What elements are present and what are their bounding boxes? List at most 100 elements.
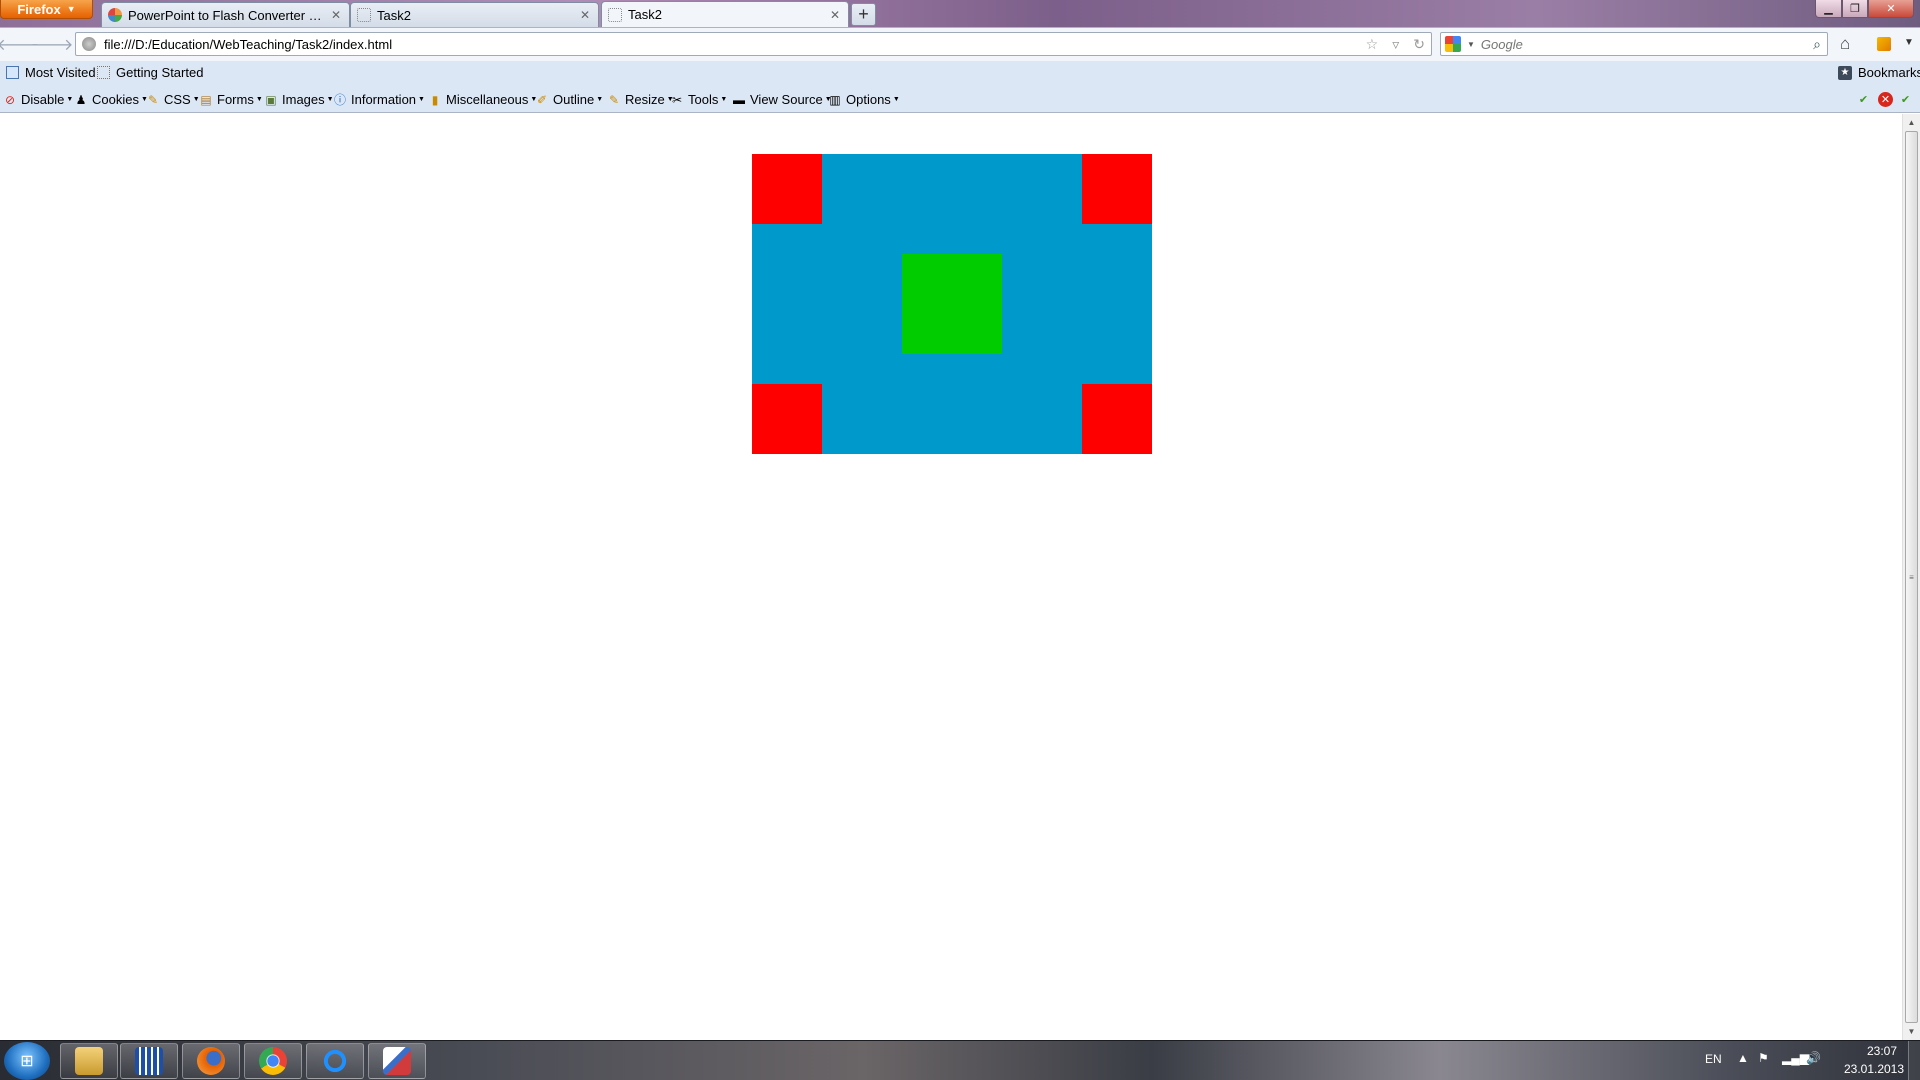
url-bar[interactable]: file:///D:/Education/WebTeaching/Task2/i… <box>75 32 1432 56</box>
close-icon[interactable]: ✕ <box>830 8 840 22</box>
vertical-scrollbar[interactable]: ▲ ≡ ▼ <box>1902 114 1920 1040</box>
red-corner-top-left <box>752 154 822 224</box>
tab-task2-active[interactable]: Task2 ✕ <box>601 1 849 27</box>
chevron-down-icon[interactable]: ▼ <box>1467 40 1475 49</box>
star-icon[interactable]: ☆ <box>1366 36 1379 53</box>
back-button[interactable]: 🡐 <box>0 34 39 54</box>
miscellaneous-icon: ▮ <box>431 92 439 107</box>
webdev-menu-label: Tools <box>688 92 719 107</box>
show-hidden-icons-icon[interactable]: ▲ <box>1737 1051 1749 1065</box>
search-icon[interactable]: ⌕ <box>1813 36 1821 53</box>
site-identity-icon[interactable] <box>82 37 96 51</box>
scroll-down-arrow-icon[interactable]: ▼ <box>1903 1023 1920 1040</box>
webdev-menu-label: Images <box>282 92 325 107</box>
bookmark-label: Getting Started <box>116 65 204 80</box>
navigation-bar: 🡐 🡒 file:///D:/Education/WebTeaching/Tas… <box>0 27 1920 61</box>
forward-button[interactable]: 🡒 <box>31 34 74 54</box>
taskbar-media-center[interactable] <box>120 1043 178 1079</box>
information-icon: ⓘ <box>333 93 346 107</box>
url-text[interactable]: file:///D:/Education/WebTeaching/Task2/i… <box>104 37 1358 52</box>
search-bar[interactable]: ▼ Google ⌕ <box>1440 32 1828 56</box>
explorer-icon <box>75 1047 103 1075</box>
title-bar: Firefox ▼ PowerPoint to Flash Converter … <box>0 0 1920 27</box>
volume-icon[interactable]: 🔊 <box>1806 1051 1821 1065</box>
clock-date[interactable]: 23.01.2013 <box>1836 1062 1912 1076</box>
webdev-menu-label: Outline <box>553 92 595 107</box>
chevron-down-icon[interactable]: ▼ <box>1904 37 1914 48</box>
chevron-down-icon: ▼ <box>255 96 263 103</box>
windows-logo-icon: ⊞ <box>20 1053 34 1070</box>
firefox-icon <box>197 1047 225 1075</box>
start-button[interactable]: ⊞ <box>4 1042 50 1080</box>
webdev-menu-label: Disable <box>21 92 65 107</box>
new-tab-button[interactable]: + <box>851 3 876 26</box>
disable-icon: ⊘ <box>4 92 16 107</box>
webdev-forms-menu[interactable]: ▤ Forms ▼ <box>199 92 263 107</box>
red-corner-bottom-left <box>752 384 822 454</box>
firefox-menu-button[interactable]: Firefox ▼ <box>0 0 93 19</box>
reload-icon[interactable]: ↻ <box>1413 36 1425 53</box>
bookmarks-menu-button[interactable]: ★ Bookmarks <box>1838 65 1920 80</box>
close-window-button[interactable]: ✕ <box>1868 0 1914 18</box>
restore-button[interactable]: ❐ <box>1842 0 1868 18</box>
css-icon: ✎ <box>147 92 159 107</box>
home-icon[interactable]: ⌂ <box>1840 34 1850 54</box>
webdev-disable-menu[interactable]: ⊘ Disable ▼ <box>3 92 73 107</box>
action-center-flag-icon[interactable]: ⚑ <box>1758 1051 1769 1065</box>
taskbar-internet-explorer[interactable] <box>306 1043 364 1079</box>
tab-label: Task2 <box>628 7 662 22</box>
chevron-down-icon: ▼ <box>892 96 900 103</box>
google-icon[interactable] <box>1445 36 1461 52</box>
webdev-cookies-menu[interactable]: ♟ Cookies ▼ <box>74 92 148 107</box>
close-icon[interactable]: ✕ <box>331 8 341 22</box>
webdev-outline-menu[interactable]: ✐ Outline ▼ <box>535 92 603 107</box>
webdev-miscellaneous-menu[interactable]: ▮ Miscellaneous ▼ <box>428 92 538 107</box>
restore-icon: ❐ <box>1850 3 1860 15</box>
bookmark-folder-icon <box>6 66 19 79</box>
tab-powerpoint[interactable]: PowerPoint to Flash Converter | Rapi... … <box>101 2 350 27</box>
chrome-icon <box>259 1047 287 1075</box>
close-icon[interactable]: ✕ <box>580 8 590 22</box>
webdev-resize-menu[interactable]: ✎ Resize ▼ <box>607 92 674 107</box>
grip-icon: ≡ <box>1909 572 1914 582</box>
javascript-error-icon[interactable]: ✕ <box>1878 92 1893 107</box>
taskbar-chrome[interactable] <box>244 1043 302 1079</box>
webdev-menu-label: CSS <box>164 92 191 107</box>
taskbar-paint[interactable] <box>368 1043 426 1079</box>
history-dropdown-icon[interactable]: ▿ <box>1392 36 1399 53</box>
scrollbar-thumb[interactable]: ≡ <box>1905 131 1918 1023</box>
standards-mode-check-icon[interactable]: ✔ <box>1898 92 1913 107</box>
taskbar-explorer[interactable] <box>60 1043 118 1079</box>
webdev-options-menu[interactable]: ▥ Options ▼ <box>828 92 900 107</box>
search-input[interactable]: Google <box>1481 37 1807 52</box>
web-developer-toolbar: ⊘ Disable ▼ ♟ Cookies ▼ ✎ CSS ▼ ▤ Forms … <box>0 86 1920 113</box>
language-indicator[interactable]: EN <box>1705 1052 1722 1066</box>
chevron-down-icon: ▼ <box>596 96 604 103</box>
bookmark-most-visited[interactable]: Most Visited <box>6 65 96 80</box>
tab-task2[interactable]: Task2 ✕ <box>350 2 599 27</box>
css-valid-check-icon[interactable]: ✔ <box>1856 92 1871 107</box>
taskbar-firefox[interactable] <box>182 1043 240 1079</box>
webdev-css-menu[interactable]: ✎ CSS ▼ <box>146 92 200 107</box>
minimize-button[interactable]: ▁ <box>1815 0 1842 18</box>
internet-explorer-icon <box>321 1047 349 1075</box>
webdev-images-menu[interactable]: ▣ Images ▼ <box>264 92 333 107</box>
page-favicon-icon <box>357 8 371 22</box>
scroll-up-arrow-icon[interactable]: ▲ <box>1903 114 1920 131</box>
view-source-icon: ▬ <box>733 92 745 107</box>
powerpoint-favicon-icon <box>108 8 122 22</box>
show-desktop-button[interactable] <box>1908 1041 1920 1080</box>
webdev-information-menu[interactable]: ⓘ Information ▼ <box>333 92 425 107</box>
bookmark-getting-started[interactable]: Getting Started <box>97 65 203 80</box>
red-corner-bottom-right <box>1082 384 1152 454</box>
resize-icon: ✎ <box>608 92 620 107</box>
forms-icon: ▤ <box>200 92 212 107</box>
webdev-view-source-menu[interactable]: ▬ View Source ▼ <box>732 92 832 107</box>
clock-time[interactable]: 23:07 <box>1852 1044 1912 1058</box>
network-signal-icon[interactable]: ▂▄▆ <box>1782 1051 1809 1065</box>
webdev-tools-menu[interactable]: ✂ Tools ▼ <box>670 92 727 107</box>
page-icon <box>97 66 110 79</box>
addon-icon[interactable] <box>1877 37 1891 51</box>
outer-blue-box <box>752 154 1152 454</box>
close-icon: ✕ <box>1886 3 1896 15</box>
